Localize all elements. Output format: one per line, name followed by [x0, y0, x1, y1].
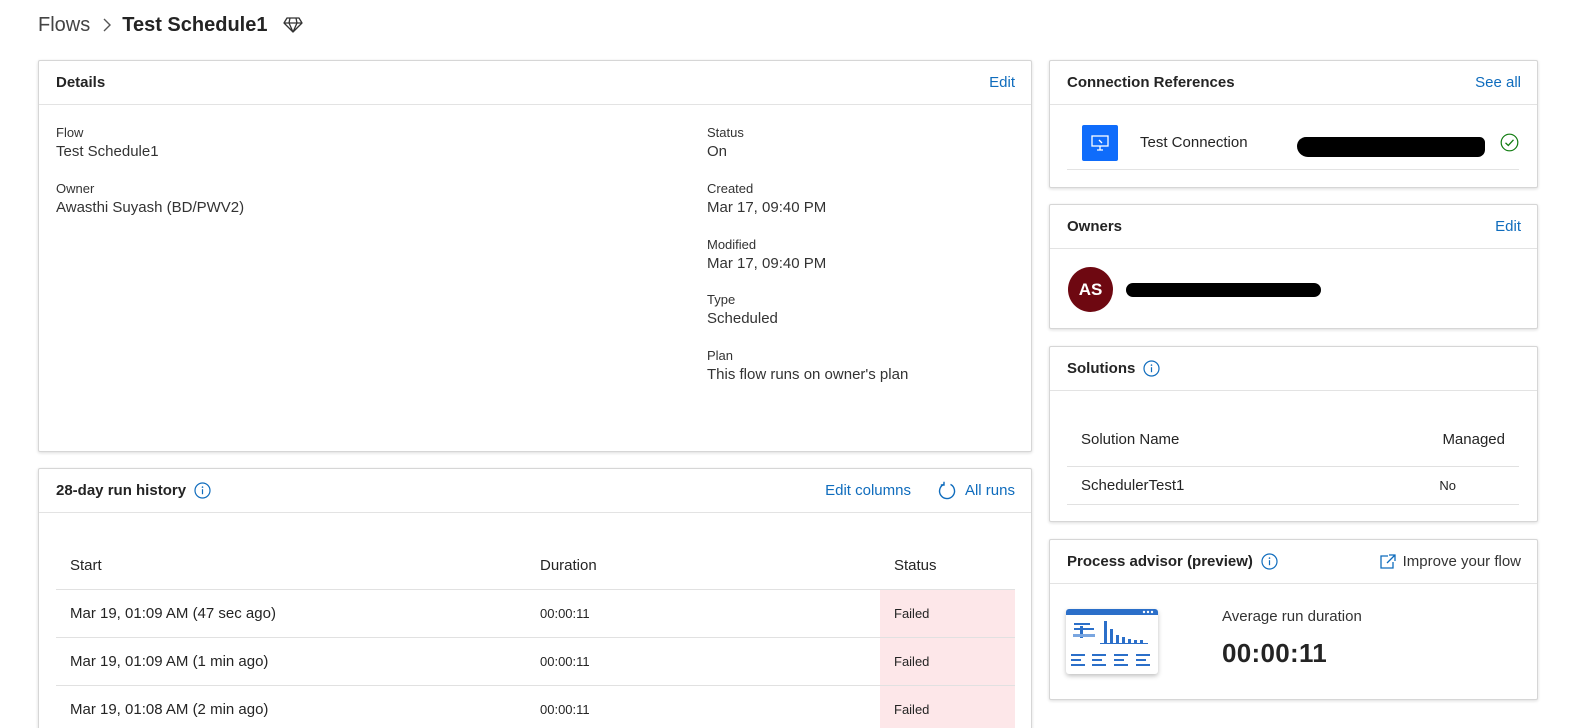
field-modified: Modified Mar 17, 09:40 PM: [707, 237, 826, 272]
column-header-start[interactable]: Start: [70, 542, 102, 589]
field-owner: Owner Awasthi Suyash (BD/PWV2): [56, 181, 244, 216]
solutions-title: Solutions: [1067, 360, 1136, 377]
list-item[interactable]: Test Connection: [1067, 125, 1519, 170]
redaction-mark: [1126, 283, 1321, 297]
connection-references-header: Connection References See all: [1050, 61, 1537, 105]
field-label: Created: [707, 181, 754, 196]
solutions-table: Solution Name Managed SchedulerTest1 No: [1067, 413, 1519, 505]
process-advisor-card: Process advisor (preview) Improve your f…: [1049, 539, 1538, 700]
breadcrumb: Flows Test Schedule1: [38, 12, 304, 38]
status-badge: Failed: [880, 638, 1015, 685]
field-value: On: [707, 143, 728, 160]
field-label: Type: [707, 292, 736, 307]
chevron-right-icon: [102, 17, 112, 33]
connection-references-title: Connection References: [1067, 74, 1235, 91]
run-start[interactable]: Mar 19, 01:09 AM (47 sec ago): [70, 590, 276, 637]
run-start[interactable]: Mar 19, 01:09 AM (1 min ago): [70, 638, 268, 685]
field-label: Plan: [707, 348, 734, 363]
owners-title: Owners: [1067, 218, 1123, 235]
improve-flow-label: Improve your flow: [1402, 553, 1521, 570]
page-title: Test Schedule1: [122, 13, 268, 36]
run-duration: 00:00:11: [540, 606, 590, 621]
process-chart-illustration: [1066, 609, 1158, 674]
status-badge: Failed: [880, 686, 1015, 728]
refresh-icon: [938, 481, 956, 499]
run-duration: 00:00:11: [540, 654, 590, 669]
run-history-title: 28-day run history: [56, 482, 187, 499]
info-icon[interactable]: [1261, 553, 1278, 570]
field-label: Owner: [56, 181, 95, 196]
table-header-row: Start Duration Status: [56, 542, 1015, 590]
average-run-duration-value: 00:00:11: [1222, 638, 1328, 668]
field-flow: Flow Test Schedule1: [56, 125, 159, 160]
owners-header: Owners Edit: [1050, 205, 1537, 249]
run-start[interactable]: Mar 19, 01:08 AM (2 min ago): [70, 686, 268, 728]
field-label: Status: [707, 125, 744, 140]
diamond-icon: [283, 16, 304, 34]
improve-flow-button[interactable]: Improve your flow: [1379, 553, 1521, 570]
run-history-table: Start Duration Status Mar 19, 01:09 AM (…: [56, 542, 1015, 728]
column-header-managed[interactable]: Managed: [1442, 413, 1505, 466]
redaction-mark: [1297, 137, 1485, 157]
details-edit-button[interactable]: Edit: [989, 74, 1015, 91]
table-header-row: Solution Name Managed: [1067, 413, 1519, 467]
run-history-card: 28-day run history Edit columns All runs…: [38, 468, 1032, 728]
connection-references-card: Connection References See all Test Conne…: [1049, 60, 1538, 188]
field-value: Awasthi Suyash (BD/PWV2): [56, 199, 245, 216]
table-row[interactable]: SchedulerTest1 No: [1067, 467, 1519, 505]
table-row[interactable]: Mar 19, 01:09 AM (1 min ago) 00:00:11 Fa…: [56, 638, 1015, 686]
field-value: Test Schedule1: [56, 143, 159, 160]
details-card: Details Edit Flow Test Schedule1 Owner A…: [38, 60, 1032, 452]
external-link-icon: [1379, 553, 1396, 569]
all-runs-label: All runs: [964, 482, 1015, 499]
solutions-card: Solutions Solution Name Managed Schedule…: [1049, 346, 1538, 522]
average-run-duration-label: Average run duration: [1222, 608, 1362, 625]
field-value: Mar 17, 09:40 PM: [707, 255, 827, 272]
breadcrumb-flows-link[interactable]: Flows: [38, 14, 90, 37]
field-type: Type Scheduled: [707, 292, 778, 327]
connection-name: Test Connection: [1140, 134, 1248, 151]
owners-card: Owners Edit AS: [1049, 204, 1538, 329]
edit-columns-button[interactable]: Edit columns: [825, 482, 911, 499]
solution-name[interactable]: SchedulerTest1: [1081, 467, 1184, 504]
solution-managed: No: [1439, 478, 1456, 493]
field-value: Mar 17, 09:40 PM: [707, 199, 827, 216]
status-badge: Failed: [880, 590, 1015, 637]
all-runs-button[interactable]: All runs: [937, 481, 1015, 501]
column-header-duration[interactable]: Duration: [540, 542, 597, 589]
run-history-actions: Edit columns All runs: [825, 481, 1015, 501]
column-header-status[interactable]: Status: [880, 542, 1015, 589]
monitor-icon: [1082, 125, 1118, 161]
see-all-button[interactable]: See all: [1475, 74, 1521, 91]
process-advisor-header: Process advisor (preview) Improve your f…: [1050, 540, 1537, 584]
details-header: Details Edit: [39, 61, 1031, 105]
run-duration: 00:00:11: [540, 702, 590, 717]
details-title: Details: [56, 74, 106, 91]
solutions-header: Solutions: [1050, 347, 1537, 391]
table-row[interactable]: Mar 19, 01:08 AM (2 min ago) 00:00:11 Fa…: [56, 686, 1015, 728]
field-value: Scheduled: [707, 310, 778, 327]
info-icon[interactable]: [194, 482, 211, 499]
field-status: Status On: [707, 125, 744, 160]
table-row[interactable]: Mar 19, 01:09 AM (47 sec ago) 00:00:11 F…: [56, 590, 1015, 638]
check-circle-icon: [1500, 133, 1519, 157]
field-label: Flow: [56, 125, 84, 140]
run-history-header: 28-day run history Edit columns All runs: [39, 469, 1031, 513]
field-plan: Plan This flow runs on owner's plan: [707, 348, 908, 383]
process-advisor-title: Process advisor (preview): [1067, 553, 1253, 570]
avatar: AS: [1068, 267, 1113, 312]
field-label: Modified: [707, 237, 757, 252]
owners-edit-button[interactable]: Edit: [1495, 218, 1521, 235]
field-created: Created Mar 17, 09:40 PM: [707, 181, 826, 216]
column-header-solution-name[interactable]: Solution Name: [1081, 413, 1179, 466]
field-value: This flow runs on owner's plan: [707, 366, 909, 383]
info-icon[interactable]: [1143, 360, 1160, 377]
